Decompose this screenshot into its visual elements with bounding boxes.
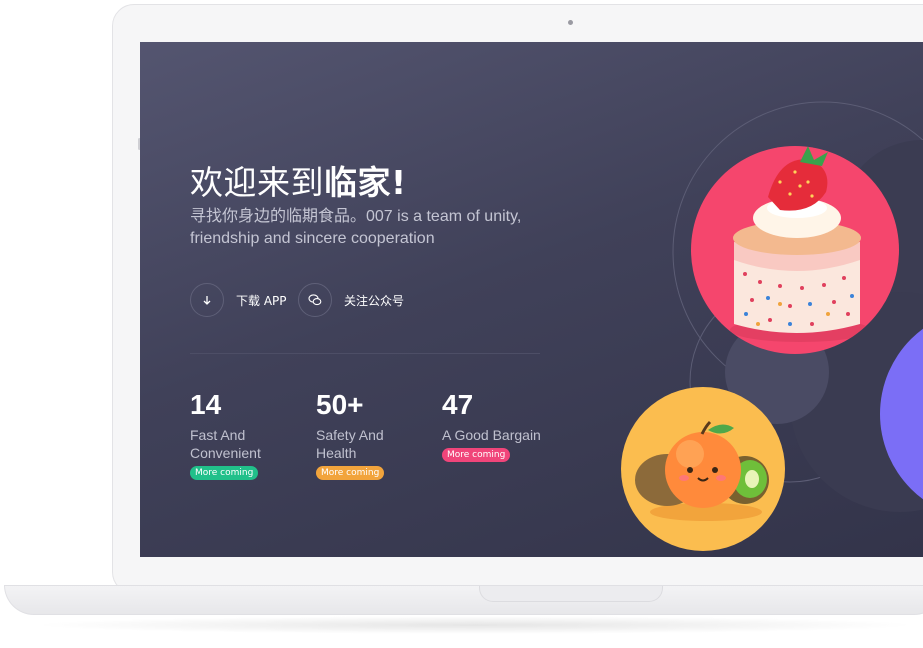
laptop-base (4, 585, 923, 615)
stat-number: 50+ (316, 389, 364, 420)
section-divider (190, 353, 540, 354)
orange-kiwi-illustration (621, 387, 785, 551)
camera-dot (568, 20, 573, 25)
stat-description: Fast And Convenient (190, 427, 261, 461)
wechat-icon (298, 283, 332, 317)
strawberry-cake-illustration (691, 146, 899, 354)
download-arrow-icon (190, 283, 224, 317)
more-coming-badge[interactable]: More coming (442, 448, 511, 462)
stat-description: A Good Bargain (442, 427, 541, 443)
hero-title-bold: 临家! (324, 163, 407, 202)
more-coming-badge[interactable]: More coming (316, 466, 385, 480)
stat-fast-convenient: 14 Fast And Convenient More coming (190, 388, 310, 480)
stat-safety-health: 50+ Safety And Health More coming (316, 388, 436, 480)
laptop-notch (479, 586, 663, 602)
download-app-label: 下载 APP (236, 293, 287, 308)
hero-title-light: 欢迎来到 (190, 163, 324, 202)
hero-subtitle: 寻找你身边的临期食品。007 is a team of unity, frien… (190, 208, 522, 247)
more-coming-badge[interactable]: More coming (190, 466, 259, 480)
stat-number: 47 (442, 389, 474, 420)
follow-wechat-button[interactable]: 关注公众号 (298, 282, 404, 318)
stat-description: Safety And Health (316, 427, 384, 461)
download-app-button[interactable]: 下载 APP (190, 282, 287, 318)
hero-title: 欢迎来到临家! (190, 156, 407, 204)
stat-number: 14 (190, 389, 222, 420)
laptop-shadow (30, 616, 920, 634)
stat-good-bargain: 47 A Good Bargain More coming (442, 388, 562, 462)
laptop-screen: 欢迎来到临家! 寻找你身边的临期食品。007 is a team of unit… (140, 42, 923, 557)
follow-wechat-label: 关注公众号 (344, 293, 405, 308)
